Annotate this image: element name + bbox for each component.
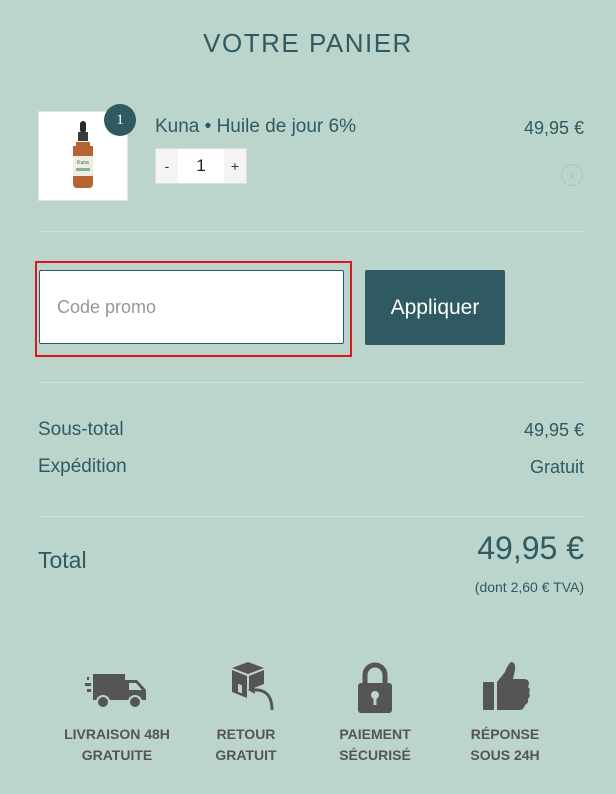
divider bbox=[38, 382, 584, 383]
shipping-value: Gratuit bbox=[529, 457, 584, 477]
feature-payment: PAIEMENT SÉCURISÉ bbox=[310, 660, 440, 766]
total-value: 49,95 € bbox=[477, 530, 584, 566]
subtotal-value: 49,95 € bbox=[523, 420, 584, 440]
feature-delivery: LIVRAISON 48H GRATUITE bbox=[52, 660, 182, 766]
return-box-icon bbox=[232, 662, 274, 711]
cart-title: VOTRE PANIER bbox=[203, 28, 413, 58]
feature-return: RETOUR GRATUIT bbox=[181, 660, 311, 766]
subtotal-label: Sous-total bbox=[38, 419, 124, 440]
feature-response-line1: RÉPONSE bbox=[470, 726, 540, 742]
feature-delivery-line2: GRATUITE bbox=[81, 747, 153, 763]
product-price: 49,95 € bbox=[523, 118, 584, 138]
feature-return-line1: RETOUR bbox=[216, 726, 276, 742]
thumbs-up-icon bbox=[483, 662, 530, 710]
total-label: Total bbox=[38, 547, 87, 573]
increase-quantity-button[interactable]: + bbox=[224, 149, 246, 183]
divider bbox=[38, 231, 584, 232]
close-icon: x bbox=[569, 168, 575, 182]
feature-response-line2: SOUS 24H bbox=[470, 747, 540, 763]
feature-payment-line1: PAIEMENT bbox=[339, 726, 411, 742]
lock-icon bbox=[358, 662, 392, 713]
shipping-label: Expédition bbox=[38, 456, 127, 477]
divider bbox=[38, 516, 584, 517]
bottle-label: Kuna bbox=[77, 160, 89, 166]
product-name[interactable]: Kuna • Huile de jour 6% bbox=[155, 116, 356, 138]
quantity-badge: 1 bbox=[104, 104, 136, 136]
tax-note: (dont 2,60 € TVA) bbox=[474, 579, 584, 595]
quantity-input[interactable]: 1 bbox=[178, 149, 224, 183]
remove-item-button[interactable]: x bbox=[561, 164, 583, 186]
feature-delivery-line1: LIVRAISON 48H bbox=[64, 726, 170, 742]
feature-response: RÉPONSE SOUS 24H bbox=[440, 660, 570, 766]
decrease-quantity-button[interactable]: - bbox=[156, 149, 178, 183]
feature-return-line2: GRATUIT bbox=[215, 747, 277, 763]
apply-promo-button[interactable]: Appliquer bbox=[365, 270, 505, 345]
quantity-stepper: - 1 + bbox=[155, 148, 247, 184]
truck-icon bbox=[85, 674, 146, 709]
promo-code-input[interactable] bbox=[39, 270, 344, 344]
feature-payment-line2: SÉCURISÉ bbox=[339, 747, 411, 763]
